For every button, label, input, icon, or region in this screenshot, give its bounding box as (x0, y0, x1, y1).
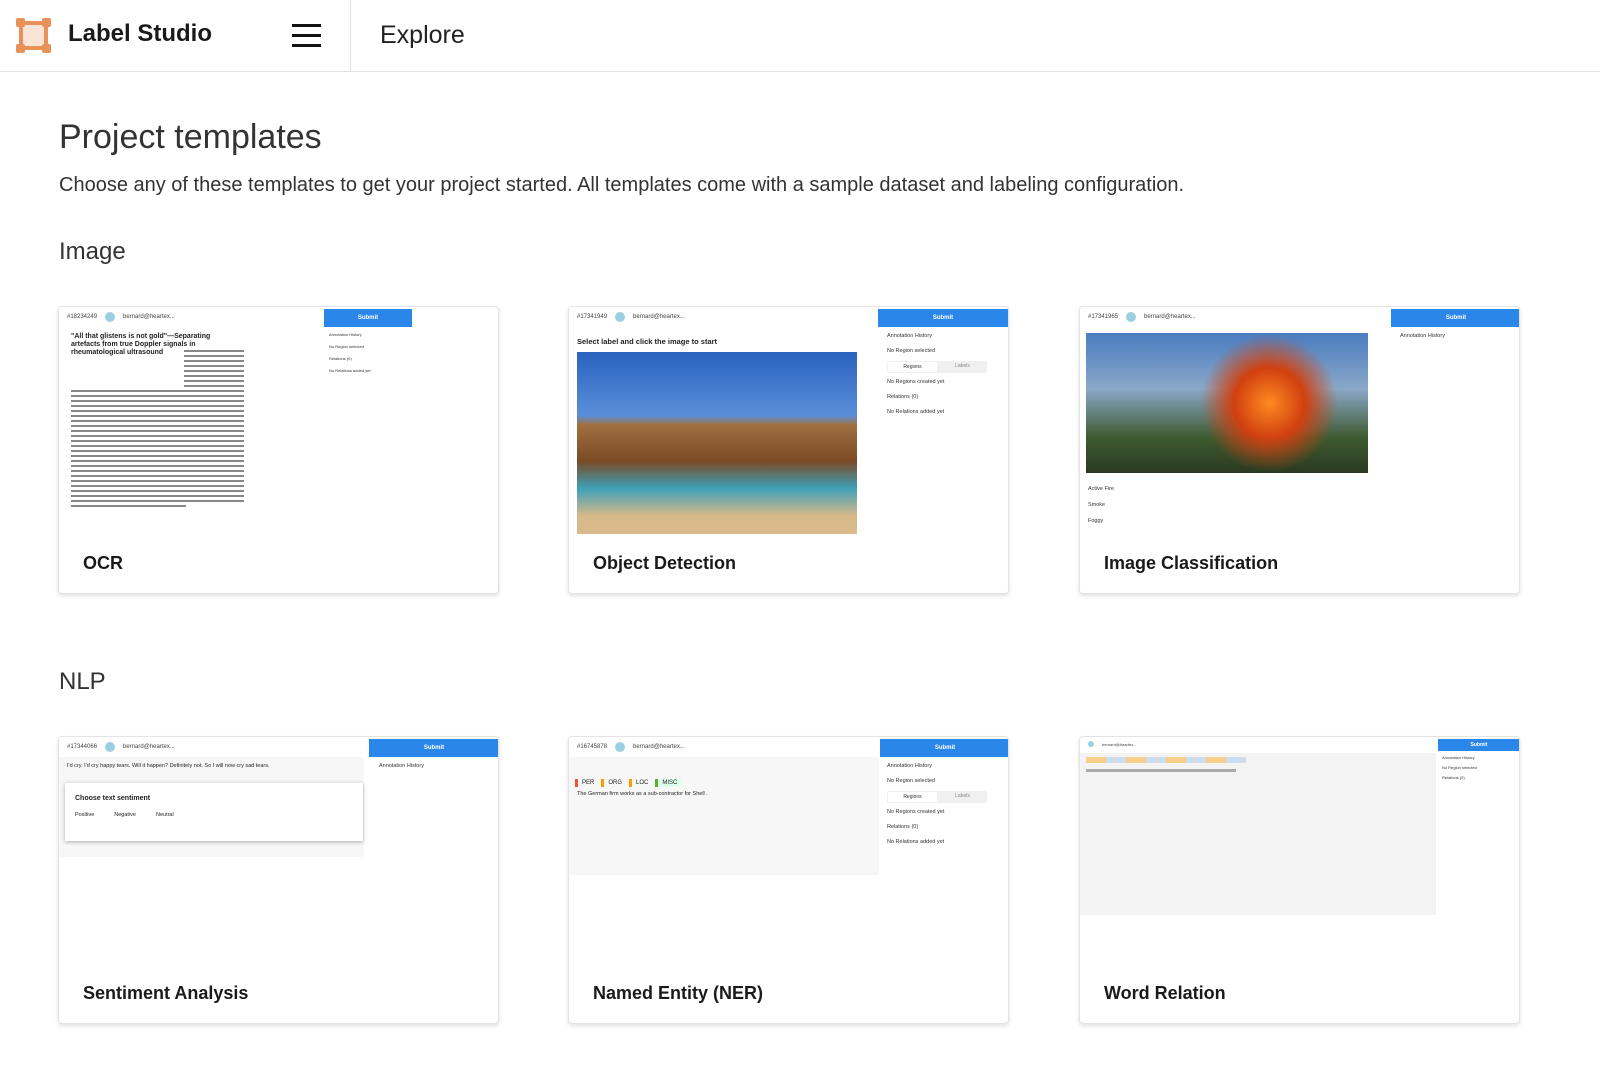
template-thumbnail: bernard@heartex... Submit Annotation His… (1080, 737, 1519, 964)
page-subtitle: Choose any of these templates to get you… (59, 174, 1184, 197)
header-divider (350, 0, 351, 72)
sample-beach-photo (577, 352, 857, 534)
page-title: Project templates (59, 118, 322, 157)
template-card-label: OCR (83, 553, 123, 574)
template-thumbnail: #17344066bernard@heartex... Submit I'd c… (59, 737, 498, 964)
menu-hamburger-icon[interactable] (292, 24, 321, 46)
page-title-explore: Explore (380, 21, 465, 50)
section-title-image: Image (59, 238, 126, 266)
template-thumbnail: #18234249bernard@heartex... Submit "All … (59, 307, 498, 534)
sample-wildfire-photo (1086, 333, 1368, 473)
template-thumbnail: #17341965bernard@heartex... Submit Activ… (1080, 307, 1519, 534)
template-card-label: Object Detection (593, 553, 736, 574)
template-card-image-classification[interactable]: #17341965bernard@heartex... Submit Activ… (1079, 306, 1520, 594)
template-card-named-entity[interactable]: #16745878bernard@heartex... Submit PEROR… (568, 736, 1009, 1024)
top-header: Label Studio Explore (0, 0, 1600, 72)
template-card-sentiment-analysis[interactable]: #17344066bernard@heartex... Submit I'd c… (58, 736, 499, 1024)
regions-labels-toggle: RegionsLabels (887, 791, 987, 803)
section-title-nlp: NLP (59, 668, 106, 696)
template-card-label: Word Relation (1104, 983, 1226, 1004)
template-card-label: Sentiment Analysis (83, 983, 248, 1004)
template-thumbnail: #16745878bernard@heartex... Submit PEROR… (569, 737, 1008, 964)
template-thumbnail: #17341949bernard@heartex... Submit Selec… (569, 307, 1008, 534)
template-card-word-relation[interactable]: bernard@heartex... Submit Annotation His… (1079, 736, 1520, 1024)
template-card-label: Image Classification (1104, 553, 1278, 574)
label-studio-logo-icon (16, 18, 51, 53)
brand-name: Label Studio (68, 20, 212, 48)
template-card-label: Named Entity (NER) (593, 983, 763, 1004)
template-card-object-detection[interactable]: #17341949bernard@heartex... Submit Selec… (568, 306, 1009, 594)
template-card-ocr[interactable]: #18234249bernard@heartex... Submit "All … (58, 306, 499, 594)
regions-labels-toggle: RegionsLabels (887, 361, 987, 373)
